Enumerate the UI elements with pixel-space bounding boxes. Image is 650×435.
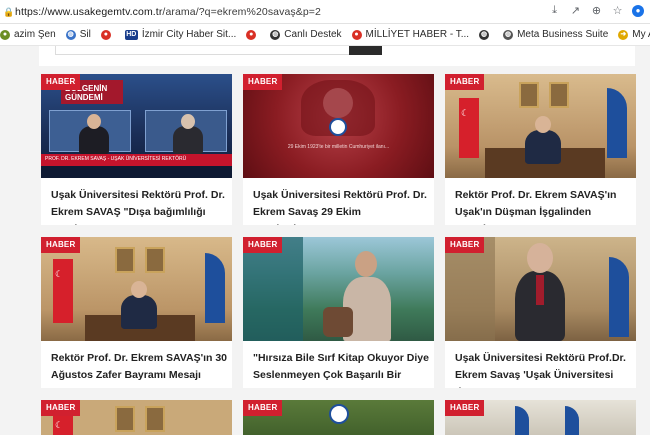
search-area bbox=[39, 46, 635, 66]
bookmark-label: İzmir City Haber Sit... bbox=[141, 29, 237, 40]
card-title[interactable]: Rektör Prof. Dr. Ekrem SAVAŞ'ın Uşak'ın … bbox=[455, 187, 631, 225]
university-flag-icon bbox=[607, 88, 627, 158]
category-badge[interactable]: HABER bbox=[445, 74, 485, 90]
support-icon: ◍ bbox=[270, 29, 281, 40]
news-card[interactable]: 29 Ekim 1923'te bir milletin Cumhuriyet … bbox=[243, 74, 434, 225]
chat-icon: ● bbox=[246, 29, 257, 40]
arrow-icon: ➜ bbox=[618, 29, 629, 40]
news-card[interactable]: HABER Rektör Prof. Dr. Ekrem SAVAŞ'ın Uş… bbox=[445, 74, 636, 225]
university-flag-icon bbox=[205, 253, 225, 323]
category-badge[interactable]: HABER bbox=[445, 400, 485, 416]
portrait-frame bbox=[549, 82, 569, 108]
bookmarks-bar: ● azim Şen ◍ Sil ● HD İzmir City Haber Sit... ●… bbox=[0, 24, 650, 46]
news-icon: ● bbox=[351, 29, 362, 40]
bookmark-label: My Account bbox=[632, 29, 650, 40]
news-card[interactable]: HABER Uşak Üniversitesi Rektörü Prof.Dr.… bbox=[445, 237, 636, 388]
url-host: https://www.usakegemtv.com.tr bbox=[15, 5, 163, 18]
card-title[interactable]: Uşak Üniversitesi Rektörü Prof. Dr. Ekre… bbox=[51, 187, 227, 225]
address-bar-actions: ⤓ ↗ ⊕ ☆ ● bbox=[548, 4, 644, 17]
category-badge[interactable]: HABER bbox=[243, 237, 283, 253]
bookmark-item[interactable]: ➜My Account bbox=[618, 29, 650, 40]
share-icon[interactable]: ↗ bbox=[569, 4, 582, 17]
globe-icon: ◍ bbox=[503, 29, 514, 40]
university-logo bbox=[329, 118, 347, 136]
address-bar[interactable]: 🔒 https://www.usakegemtv.com.tr/arama/?q… bbox=[0, 0, 650, 24]
card-title[interactable]: Uşak Üniversitesi Rektörü Prof.Dr. Ekrem… bbox=[455, 350, 631, 388]
category-badge[interactable]: HABER bbox=[243, 400, 283, 416]
poster-caption: 29 Ekim 1923'te bir milletin Cumhuriyet … bbox=[287, 144, 390, 150]
portrait-frame bbox=[519, 82, 539, 108]
person-icon: ● bbox=[0, 29, 10, 40]
news-card[interactable]: HABER "Hırsıza Bile Sırf Kitap Okuyor Di… bbox=[243, 237, 434, 388]
card-title[interactable]: "Hırsıza Bile Sırf Kitap Okuyor Diye Ses… bbox=[253, 350, 429, 388]
category-badge[interactable]: HABER bbox=[243, 74, 283, 90]
news-card[interactable]: BÖLGENİN GÜNDEMİ PROF. DR. EKREM SAVAŞ -… bbox=[41, 74, 232, 225]
news-card[interactable]: HABER bbox=[445, 400, 636, 435]
portrait-frame bbox=[115, 247, 135, 273]
turkish-flag-icon bbox=[459, 98, 479, 158]
category-badge[interactable]: HABER bbox=[445, 237, 485, 253]
bookmark-label: Canlı Destek bbox=[284, 29, 342, 40]
bookmark-item[interactable]: ◍ bbox=[479, 29, 493, 40]
bookmark-label: azim Şen bbox=[14, 29, 56, 40]
profile-icon[interactable]: ● bbox=[632, 4, 644, 17]
record-icon: ● bbox=[100, 29, 111, 40]
portrait-frame bbox=[145, 406, 165, 432]
bookmark-item[interactable]: HD İzmir City Haber Sit... bbox=[124, 29, 237, 40]
category-badge[interactable]: HABER bbox=[41, 400, 81, 416]
support-icon: ◍ bbox=[479, 29, 490, 40]
bookmark-item[interactable]: ◍ Sil bbox=[65, 29, 91, 40]
university-flag-icon bbox=[515, 406, 529, 435]
lock-icon[interactable]: 🔒 bbox=[3, 7, 14, 17]
news-card[interactable]: HABER bbox=[243, 400, 434, 435]
search-input[interactable] bbox=[55, 46, 368, 55]
bookmark-label: MİLLİYET HABER - T... bbox=[365, 29, 470, 40]
category-badge[interactable]: HABER bbox=[41, 237, 81, 253]
page-content: BÖLGENİN GÜNDEMİ PROF. DR. EKREM SAVAŞ -… bbox=[0, 46, 650, 435]
portrait-frame bbox=[115, 406, 135, 432]
url-path: /arama/?q=ekrem%20savaş&p=2 bbox=[162, 5, 321, 18]
install-icon[interactable]: ⤓ bbox=[548, 4, 561, 17]
search-button[interactable] bbox=[349, 46, 382, 55]
category-badge[interactable]: HABER bbox=[41, 74, 81, 90]
bookmark-label: Sil bbox=[79, 29, 91, 40]
bookmark-item[interactable]: ● bbox=[100, 29, 115, 40]
url-text[interactable]: https://www.usakegemtv.com.tr/arama/?q=e… bbox=[15, 6, 321, 18]
tv-caption: PROF. DR. EKREM SAVAŞ - UŞAK ÜNİVERSİTES… bbox=[45, 156, 187, 162]
bookmark-label: Meta Business Suite bbox=[517, 29, 609, 40]
tv-banner-line-2: GÜNDEMİ bbox=[65, 93, 103, 102]
globe-icon: ◍ bbox=[65, 29, 76, 40]
card-title[interactable]: Rektör Prof. Dr. Ekrem SAVAŞ'ın 30 Ağust… bbox=[51, 350, 227, 384]
star-icon[interactable]: ☆ bbox=[611, 4, 624, 17]
news-card[interactable]: HABER bbox=[41, 400, 232, 435]
bookmark-item[interactable]: ● MİLLİYET HABER - T... bbox=[351, 29, 470, 40]
university-logo bbox=[329, 404, 349, 424]
hd-icon: HD bbox=[124, 29, 138, 40]
card-title[interactable]: Uşak Üniversitesi Rektörü Prof. Dr. Ekre… bbox=[253, 187, 429, 225]
university-flag-icon bbox=[565, 406, 579, 435]
news-card[interactable]: HABER Rektör Prof. Dr. Ekrem SAVAŞ'ın 30… bbox=[41, 237, 232, 388]
bookmark-item[interactable]: ● azim Şen bbox=[0, 29, 56, 40]
zoom-icon[interactable]: ⊕ bbox=[590, 4, 603, 17]
bookmark-item[interactable]: ◍ Meta Business Suite bbox=[503, 29, 608, 40]
university-flag-icon bbox=[609, 257, 629, 337]
bookmark-item[interactable]: ● bbox=[246, 29, 260, 40]
portrait-frame bbox=[145, 247, 165, 273]
bookmark-item[interactable]: ◍ Canlı Destek bbox=[270, 29, 342, 40]
turkish-flag-icon bbox=[53, 259, 73, 323]
